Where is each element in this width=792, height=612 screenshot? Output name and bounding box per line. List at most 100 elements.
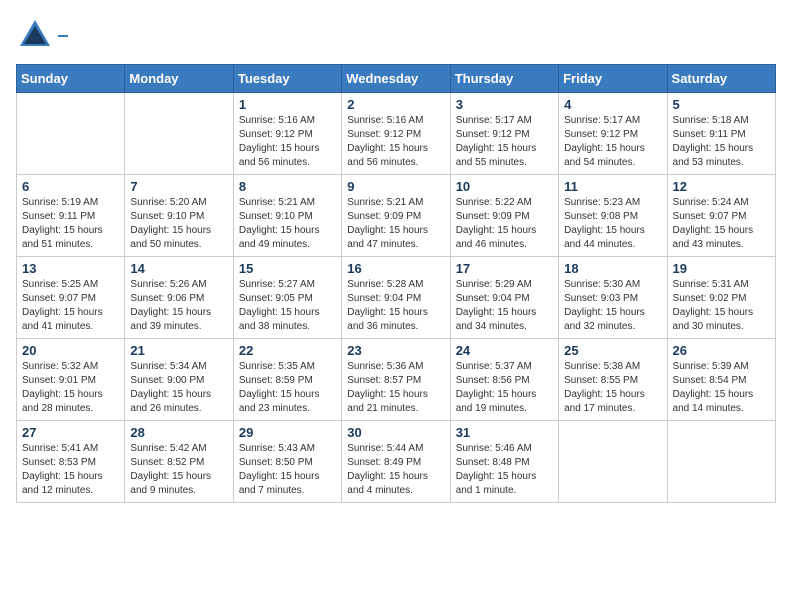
day-number: 10 (456, 179, 553, 194)
cell-content: Sunrise: 5:16 AM Sunset: 9:12 PM Dayligh… (239, 114, 336, 170)
logo (16, 16, 68, 54)
cell-content: Sunrise: 5:32 AM Sunset: 9:01 PM Dayligh… (22, 360, 119, 416)
calendar-cell: 19 Sunrise: 5:31 AM Sunset: 9:02 PM Dayli… (667, 257, 775, 339)
calendar-cell: 13 Sunrise: 5:25 AM Sunset: 9:07 PM Dayli… (17, 257, 125, 339)
calendar-cell: 9 Sunrise: 5:21 AM Sunset: 9:09 PM Daylig… (342, 175, 450, 257)
weekday-header: Thursday (450, 65, 558, 93)
calendar-cell: 21 Sunrise: 5:34 AM Sunset: 9:00 PM Dayli… (125, 339, 233, 421)
day-number: 5 (673, 97, 770, 112)
calendar-cell: 17Sunrise: 5:29 AM Sunset: 9:04 PM Dayli… (450, 257, 558, 339)
calendar-cell: 6 Sunrise: 5:19 AM Sunset: 9:11 PM Daylig… (17, 175, 125, 257)
day-number: 28 (130, 425, 227, 440)
calendar-cell: 23 Sunrise: 5:36 AM Sunset: 8:57 PM Dayli… (342, 339, 450, 421)
calendar-cell (17, 93, 125, 175)
logo-icon (16, 16, 54, 54)
cell-content: Sunrise: 5:30 AM Sunset: 9:03 PM Dayligh… (564, 278, 661, 334)
calendar-cell: 10 Sunrise: 5:22 AM Sunset: 9:09 PM Dayli… (450, 175, 558, 257)
day-number: 7 (130, 179, 227, 194)
calendar-cell: 12 Sunrise: 5:24 AM Sunset: 9:07 PM Dayli… (667, 175, 775, 257)
day-number: 11 (564, 179, 661, 194)
day-number: 13 (22, 261, 119, 276)
calendar-cell: 24 Sunrise: 5:37 AM Sunset: 8:56 PM Dayli… (450, 339, 558, 421)
calendar-week-row: 6 Sunrise: 5:19 AM Sunset: 9:11 PM Daylig… (17, 175, 776, 257)
cell-content: Sunrise: 5:36 AM Sunset: 8:57 PM Dayligh… (347, 360, 444, 416)
cell-content: Sunrise: 5:23 AM Sunset: 9:08 PM Dayligh… (564, 196, 661, 252)
day-number: 24 (456, 343, 553, 358)
calendar-cell: 11 Sunrise: 5:23 AM Sunset: 9:08 PM Dayli… (559, 175, 667, 257)
cell-content: Sunrise: 5:18 AM Sunset: 9:11 PM Dayligh… (673, 114, 770, 170)
cell-content: Sunrise: 5:28 AM Sunset: 9:04 PM Dayligh… (347, 278, 444, 334)
calendar-week-row: 13 Sunrise: 5:25 AM Sunset: 9:07 PM Dayli… (17, 257, 776, 339)
calendar-cell: 27Sunrise: 5:41 AM Sunset: 8:53 PM Dayli… (17, 421, 125, 503)
day-number: 26 (673, 343, 770, 358)
weekday-header: Tuesday (233, 65, 341, 93)
cell-content: Sunrise: 5:46 AM Sunset: 8:48 PM Dayligh… (456, 442, 553, 498)
page-header (16, 16, 776, 54)
calendar-cell: 22Sunrise: 5:35 AM Sunset: 8:59 PM Dayli… (233, 339, 341, 421)
calendar-cell: 1 Sunrise: 5:16 AM Sunset: 9:12 PM Daylig… (233, 93, 341, 175)
cell-content: Sunrise: 5:17 AM Sunset: 9:12 PM Dayligh… (564, 114, 661, 170)
cell-content: Sunrise: 5:22 AM Sunset: 9:09 PM Dayligh… (456, 196, 553, 252)
cell-content: Sunrise: 5:21 AM Sunset: 9:09 PM Dayligh… (347, 196, 444, 252)
cell-content: Sunrise: 5:43 AM Sunset: 8:50 PM Dayligh… (239, 442, 336, 498)
cell-content: Sunrise: 5:31 AM Sunset: 9:02 PM Dayligh… (673, 278, 770, 334)
calendar-cell (125, 93, 233, 175)
cell-content: Sunrise: 5:16 AM Sunset: 9:12 PM Dayligh… (347, 114, 444, 170)
calendar-week-row: 1 Sunrise: 5:16 AM Sunset: 9:12 PM Daylig… (17, 93, 776, 175)
calendar-cell: 20 Sunrise: 5:32 AM Sunset: 9:01 PM Dayli… (17, 339, 125, 421)
day-number: 4 (564, 97, 661, 112)
calendar-cell: 30 Sunrise: 5:44 AM Sunset: 8:49 PM Dayli… (342, 421, 450, 503)
weekday-header: Monday (125, 65, 233, 93)
day-number: 12 (673, 179, 770, 194)
calendar-cell (667, 421, 775, 503)
calendar-cell: 8Sunrise: 5:21 AM Sunset: 9:10 PM Daylig… (233, 175, 341, 257)
day-number: 29 (239, 425, 336, 440)
cell-content: Sunrise: 5:44 AM Sunset: 8:49 PM Dayligh… (347, 442, 444, 498)
calendar-cell: 29 Sunrise: 5:43 AM Sunset: 8:50 PM Dayli… (233, 421, 341, 503)
cell-content: Sunrise: 5:37 AM Sunset: 8:56 PM Dayligh… (456, 360, 553, 416)
day-number: 23 (347, 343, 444, 358)
day-number: 27 (22, 425, 119, 440)
cell-content: Sunrise: 5:34 AM Sunset: 9:00 PM Dayligh… (130, 360, 227, 416)
day-number: 21 (130, 343, 227, 358)
cell-content: Sunrise: 5:42 AM Sunset: 8:52 PM Dayligh… (130, 442, 227, 498)
day-number: 15 (239, 261, 336, 276)
cell-content: Sunrise: 5:38 AM Sunset: 8:55 PM Dayligh… (564, 360, 661, 416)
day-number: 19 (673, 261, 770, 276)
weekday-header: Wednesday (342, 65, 450, 93)
cell-content: Sunrise: 5:19 AM Sunset: 9:11 PM Dayligh… (22, 196, 119, 252)
calendar-cell: 25 Sunrise: 5:38 AM Sunset: 8:55 PM Dayli… (559, 339, 667, 421)
day-number: 9 (347, 179, 444, 194)
calendar-cell: 2 Sunrise: 5:16 AM Sunset: 9:12 PM Daylig… (342, 93, 450, 175)
calendar-cell: 5 Sunrise: 5:18 AM Sunset: 9:11 PM Daylig… (667, 93, 775, 175)
day-number: 30 (347, 425, 444, 440)
day-number: 1 (239, 97, 336, 112)
cell-content: Sunrise: 5:24 AM Sunset: 9:07 PM Dayligh… (673, 196, 770, 252)
calendar-cell: 3Sunrise: 5:17 AM Sunset: 9:12 PM Daylig… (450, 93, 558, 175)
cell-content: Sunrise: 5:27 AM Sunset: 9:05 PM Dayligh… (239, 278, 336, 334)
day-number: 2 (347, 97, 444, 112)
calendar-cell: 31 Sunrise: 5:46 AM Sunset: 8:48 PM Dayli… (450, 421, 558, 503)
calendar-cell (559, 421, 667, 503)
calendar-cell: 15 Sunrise: 5:27 AM Sunset: 9:05 PM Dayli… (233, 257, 341, 339)
cell-content: Sunrise: 5:20 AM Sunset: 9:10 PM Dayligh… (130, 196, 227, 252)
day-number: 20 (22, 343, 119, 358)
calendar-cell: 4 Sunrise: 5:17 AM Sunset: 9:12 PM Daylig… (559, 93, 667, 175)
day-number: 6 (22, 179, 119, 194)
calendar-cell: 26Sunrise: 5:39 AM Sunset: 8:54 PM Dayli… (667, 339, 775, 421)
weekday-header: Friday (559, 65, 667, 93)
day-number: 25 (564, 343, 661, 358)
calendar-table: SundayMondayTuesdayWednesdayThursdayFrid… (16, 64, 776, 503)
calendar-header-row: SundayMondayTuesdayWednesdayThursdayFrid… (17, 65, 776, 93)
day-number: 31 (456, 425, 553, 440)
day-number: 18 (564, 261, 661, 276)
calendar-cell: 14Sunrise: 5:26 AM Sunset: 9:06 PM Dayli… (125, 257, 233, 339)
cell-content: Sunrise: 5:25 AM Sunset: 9:07 PM Dayligh… (22, 278, 119, 334)
day-number: 17 (456, 261, 553, 276)
logo-blue-text (58, 35, 68, 37)
cell-content: Sunrise: 5:21 AM Sunset: 9:10 PM Dayligh… (239, 196, 336, 252)
calendar-cell: 16Sunrise: 5:28 AM Sunset: 9:04 PM Dayli… (342, 257, 450, 339)
calendar-week-row: 27Sunrise: 5:41 AM Sunset: 8:53 PM Dayli… (17, 421, 776, 503)
weekday-header: Saturday (667, 65, 775, 93)
cell-content: Sunrise: 5:17 AM Sunset: 9:12 PM Dayligh… (456, 114, 553, 170)
